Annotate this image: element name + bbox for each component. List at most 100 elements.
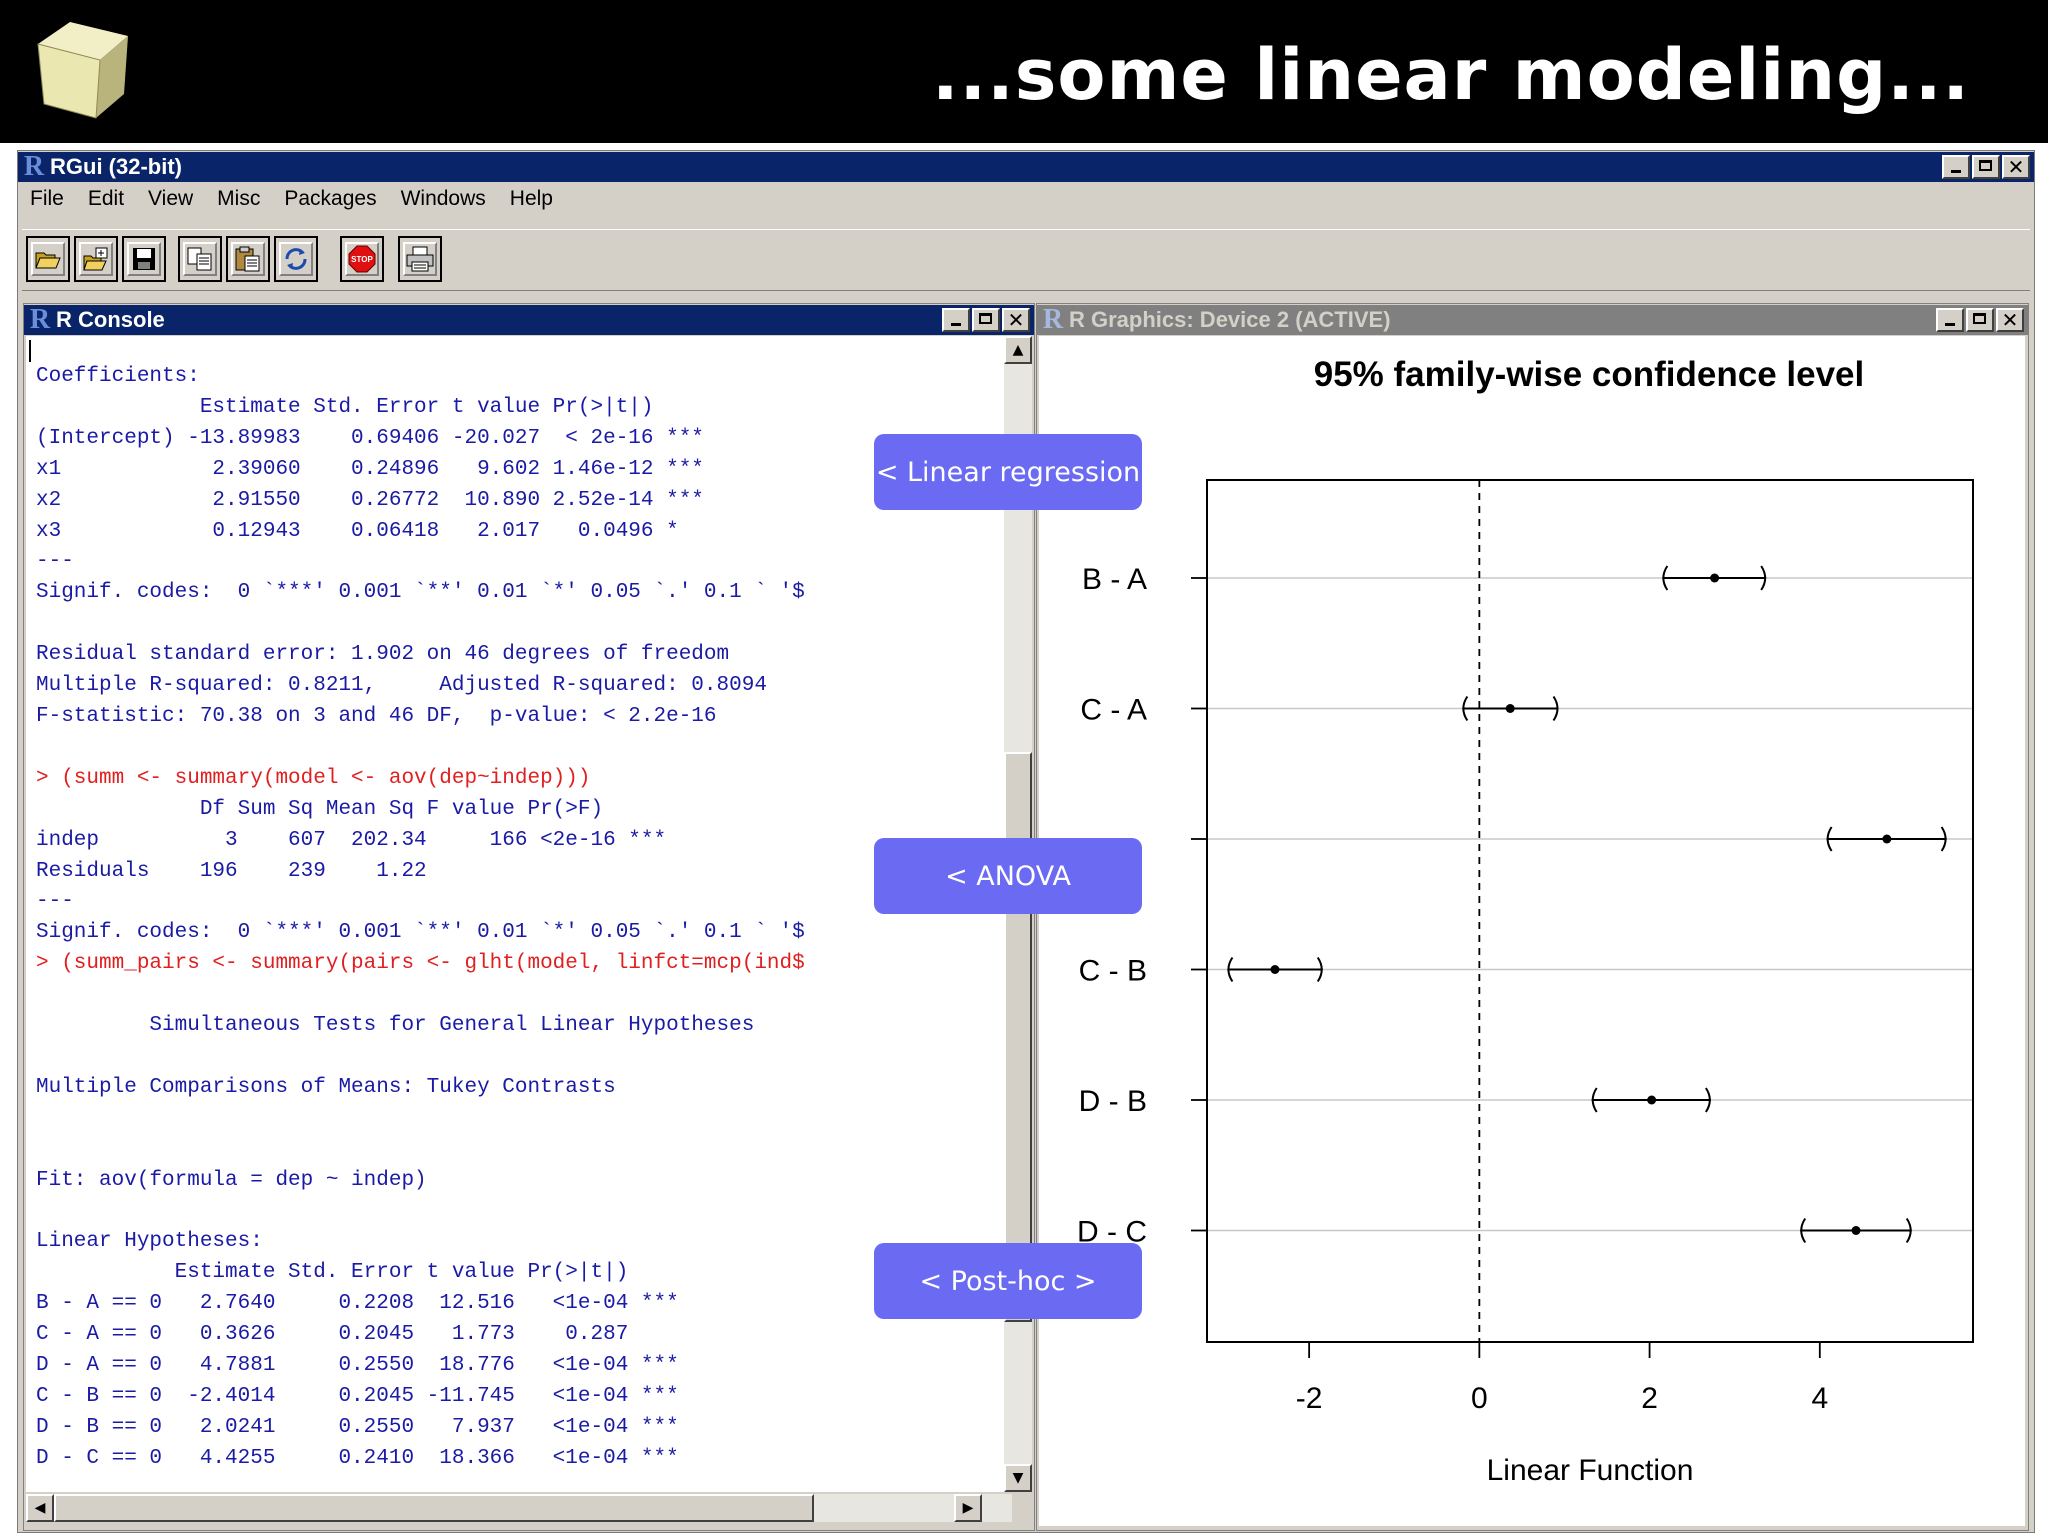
console-output-line: D - C == 0 4.4255 0.2410 18.366 <1e-04 *… <box>36 1446 679 1470</box>
scroll-down-arrow-icon[interactable]: ▼ <box>1004 1464 1032 1492</box>
console-output-line: Estimate Std. Error t value Pr(>|t|) <box>36 395 704 419</box>
estimate-point <box>1710 573 1720 583</box>
paste-icon <box>231 242 265 276</box>
toolbar: STOP <box>22 229 2030 291</box>
open-script-icon <box>31 242 65 276</box>
open-script-button[interactable] <box>26 236 70 282</box>
estimate-point <box>1851 1226 1861 1235</box>
menu-file[interactable]: File <box>18 187 76 211</box>
console-horizontal-scroll-thumb[interactable] <box>54 1494 814 1522</box>
graphics-maximize-button[interactable] <box>1966 308 1994 332</box>
scroll-up-arrow-icon[interactable]: ▲ <box>1004 336 1032 364</box>
copy-paste-button[interactable] <box>274 236 318 282</box>
console-output-line: --- <box>36 550 74 574</box>
rgui-titlebar[interactable]: R RGui (32-bit) <box>18 152 2034 182</box>
callout-post-hoc: < Post-hoc > <box>874 1243 1142 1319</box>
console-output-line: D - A == 0 4.7881 0.2550 18.776 <1e-04 *… <box>36 1354 679 1377</box>
stop-button[interactable]: STOP <box>340 236 384 282</box>
console-output-line: F-statistic: 70.38 on 3 and 46 DF, p-val… <box>36 704 717 728</box>
y-tick-label: C - A <box>1080 694 1147 727</box>
console-output-line: Residuals 196 239 1.22 <box>36 859 667 883</box>
estimate-point <box>1505 704 1515 713</box>
r-logo-icon: R <box>29 304 51 335</box>
estimate-point <box>1647 1095 1657 1105</box>
console-output-line: Coefficients: <box>36 365 200 388</box>
callout-anova: < ANOVA <box>874 838 1142 914</box>
confidence-interval-chart: 95% family-wise confidence level B - A C -… <box>1077 355 1974 1487</box>
console-maximize-button[interactable] <box>972 308 1000 332</box>
save-workspace-icon <box>127 242 161 276</box>
estimate-point <box>1270 965 1280 974</box>
console-output-line: Df Sum Sq Mean Sq F value Pr(>F) <box>36 797 654 821</box>
menu-misc[interactable]: Misc <box>205 187 272 211</box>
plot-frame <box>1206 479 1974 1343</box>
x-tick-label: 0 <box>1471 1382 1488 1415</box>
cube-logo-icon <box>37 22 128 119</box>
text-caret <box>29 340 31 362</box>
console-output-line: B - A == 0 2.7640 0.2208 12.516 <1e-04 *… <box>36 1292 679 1316</box>
load-workspace-button[interactable] <box>74 236 118 282</box>
console-output-line: Multiple R-squared: 0.8211, Adjusted R-s… <box>36 674 780 698</box>
graphics-titlebar[interactable]: R R Graphics: Device 2 (ACTIVE) <box>1037 305 2028 335</box>
console-output-line: --- <box>36 890 74 914</box>
console-output-line: D - B == 0 2.0241 0.2550 7.937 <1e-04 **… <box>36 1415 679 1439</box>
print-button[interactable] <box>398 236 442 282</box>
menu-edit[interactable]: Edit <box>76 187 136 211</box>
copy-button[interactable] <box>178 236 222 282</box>
callout-linear-regression: < Linear regression <box>874 434 1142 510</box>
console-output-line: x1 2.39060 0.24896 9.602 1.46e-12 *** <box>36 457 704 481</box>
maximize-button[interactable] <box>1972 155 2000 179</box>
console-output-line: x3 0.12943 0.06418 2.017 0.0496 * <box>36 519 704 543</box>
estimate-point <box>1882 834 1892 844</box>
console-output-line: C - B == 0 -2.4014 0.2045 -11.745 <1e-04… <box>36 1384 679 1408</box>
console-output-line: (Intercept) -13.89983 0.69406 -20.027 < … <box>36 426 704 450</box>
console-output-line: Fit: aov(formula = dep ~ indep) <box>36 1168 427 1192</box>
menu-windows[interactable]: Windows <box>389 187 498 211</box>
load-workspace-icon <box>79 242 113 276</box>
console-output-line: Estimate Std. Error t value Pr(>|t|) <box>36 1261 679 1285</box>
stop-icon: STOP <box>345 242 379 276</box>
menu-view[interactable]: View <box>136 187 205 211</box>
menu-bar: File Edit View Misc Packages Windows Hel… <box>18 182 2034 216</box>
console-output-line: x2 2.91550 0.26772 10.890 2.52e-14 *** <box>36 488 704 512</box>
save-workspace-button[interactable] <box>122 236 166 282</box>
console-title: R Console <box>56 307 165 332</box>
console-close-button[interactable] <box>1002 308 1030 332</box>
scroll-left-arrow-icon[interactable]: ◀ <box>26 1494 54 1522</box>
plot-canvas: 95% family-wise confidence level B - A C -… <box>1039 336 2025 1526</box>
slide-header: ...some linear modeling... <box>0 0 2048 143</box>
scroll-right-arrow-icon[interactable]: ▶ <box>954 1494 982 1522</box>
close-button[interactable] <box>2002 155 2030 179</box>
r-logo-icon: R <box>1042 304 1064 335</box>
copy-paste-icon <box>279 242 313 276</box>
slide-title: ...some linear modeling... <box>931 34 1970 116</box>
console-command-line: > (summ_pairs <- summary(pairs <- glht(m… <box>36 952 805 976</box>
x-tick-label: 2 <box>1641 1382 1658 1415</box>
console-titlebar[interactable]: R R Console <box>24 305 1034 335</box>
console-output-line: Simultaneous Tests for General Linear Hy… <box>36 1014 755 1038</box>
x-axis-label: Linear Function <box>1487 1454 1694 1487</box>
r-logo-icon: R <box>23 151 45 182</box>
print-icon <box>403 242 437 276</box>
console-output-line: indep 3 607 202.34 166 <2e-16 *** <box>36 828 667 852</box>
console-text: Coefficients: Estimate Std. Error t valu… <box>36 362 805 1475</box>
graphics-minimize-button[interactable] <box>1936 308 1964 332</box>
chart-title: 95% family-wise confidence level <box>1314 355 1865 394</box>
console-horizontal-scrollbar[interactable]: ◀ ▶ <box>26 1494 1012 1522</box>
console-minimize-button[interactable] <box>942 308 970 332</box>
console-output-line: Linear Hypotheses: <box>36 1230 263 1254</box>
minimize-button[interactable] <box>1942 155 1970 179</box>
paste-button[interactable] <box>226 236 270 282</box>
menu-packages[interactable]: Packages <box>272 187 388 211</box>
r-graphics-window: R R Graphics: Device 2 (ACTIVE) 95% fami… <box>1036 303 2029 1531</box>
console-output[interactable]: Coefficients: Estimate Std. Error t valu… <box>26 336 1012 1492</box>
menu-help[interactable]: Help <box>498 187 565 211</box>
graphics-close-button[interactable] <box>1996 308 2024 332</box>
rgui-title: RGui (32-bit) <box>50 154 182 179</box>
x-tick-label: -2 <box>1296 1382 1323 1415</box>
copy-icon <box>183 242 217 276</box>
console-output-line: Residual standard error: 1.902 on 46 deg… <box>36 643 730 667</box>
y-tick-label: B - A <box>1082 563 1147 596</box>
console-output-line: C - A == 0 0.3626 0.2045 1.773 0.287 <box>36 1323 679 1347</box>
console-command-line: > (summ <- summary(model <- aov(dep~inde… <box>36 766 591 790</box>
